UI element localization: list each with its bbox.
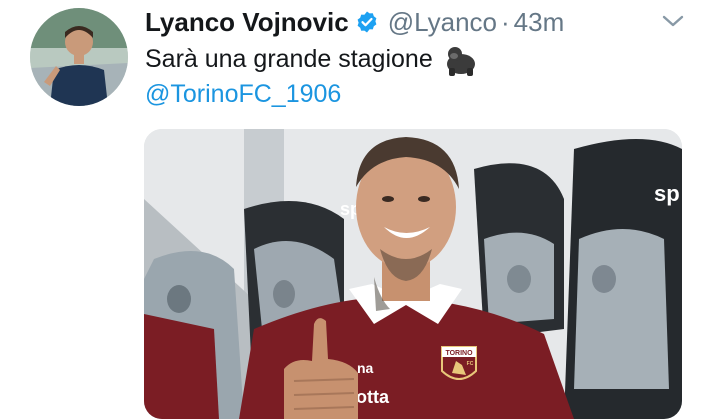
badge-text: TORINO bbox=[445, 350, 473, 357]
tweet-media-photo[interactable]: sp sp TORINO FC na otta bbox=[144, 129, 682, 419]
author-name[interactable]: Lyanco Vojnovic bbox=[145, 7, 349, 38]
photo-image: sp sp TORINO FC na otta bbox=[144, 129, 682, 419]
tweet-body: Sarà una grande stagione bbox=[145, 42, 479, 76]
tweet-timestamp[interactable]: 43m bbox=[514, 7, 565, 38]
jersey-sponsor-text: na bbox=[357, 360, 374, 376]
chevron-down-icon[interactable] bbox=[660, 10, 686, 32]
gorilla-emoji-icon bbox=[443, 42, 479, 76]
tweet-text: Sarà una grande stagione bbox=[145, 44, 433, 73]
verified-badge-icon bbox=[355, 10, 379, 34]
tweet-header: Lyanco Vojnovic @Lyanco · 43m bbox=[145, 2, 564, 42]
seat-brand-text: sp bbox=[654, 181, 680, 206]
mention-link[interactable]: @TorinoFC_1906 bbox=[145, 80, 341, 109]
author-avatar[interactable] bbox=[30, 8, 128, 106]
badge-sub-text: FC bbox=[467, 361, 474, 367]
club-badge: TORINO FC bbox=[441, 346, 477, 380]
header-separator: · bbox=[501, 6, 510, 37]
stadium-seat-far-right: sp bbox=[564, 139, 682, 419]
avatar-image bbox=[30, 8, 128, 106]
jersey-sponsor-text-2: otta bbox=[356, 387, 390, 407]
author-handle[interactable]: @Lyanco bbox=[388, 7, 497, 38]
